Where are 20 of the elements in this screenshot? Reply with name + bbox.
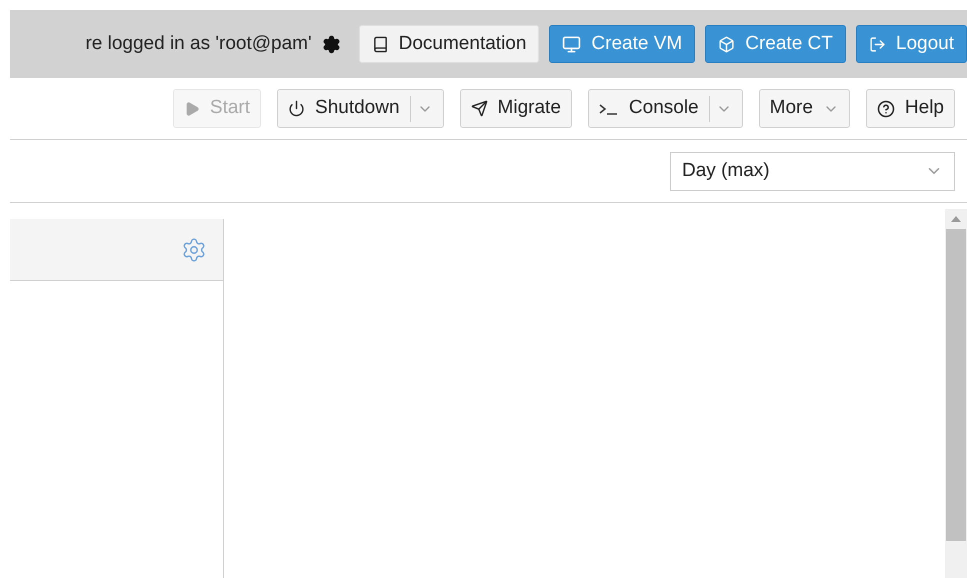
header-button[interactable]: Documentation (358, 25, 540, 63)
terminal-icon (598, 102, 619, 116)
toolbar-button[interactable]: Migrate (460, 89, 572, 128)
gear-icon[interactable] (322, 34, 341, 54)
play-icon (184, 100, 200, 116)
logout-icon (868, 36, 886, 52)
toolbar-button[interactable]: Help (866, 89, 955, 128)
scrollbar[interactable] (945, 209, 967, 578)
paper-plane-icon (470, 100, 488, 117)
monitor-icon (562, 34, 582, 54)
toolbar-button[interactable]: Console (588, 89, 743, 128)
cube-icon (718, 36, 736, 52)
help-icon (876, 100, 895, 118)
toolbar-button[interactable]: More (758, 89, 850, 128)
timeframe-select[interactable]: Day (max) (670, 152, 955, 190)
arrow-up-icon (951, 216, 961, 222)
login-text: re logged in as 'root@pam' (85, 32, 312, 56)
power-icon (288, 100, 306, 117)
book-icon (372, 36, 389, 52)
toolbar-button[interactable]: Shutdown (277, 89, 444, 128)
